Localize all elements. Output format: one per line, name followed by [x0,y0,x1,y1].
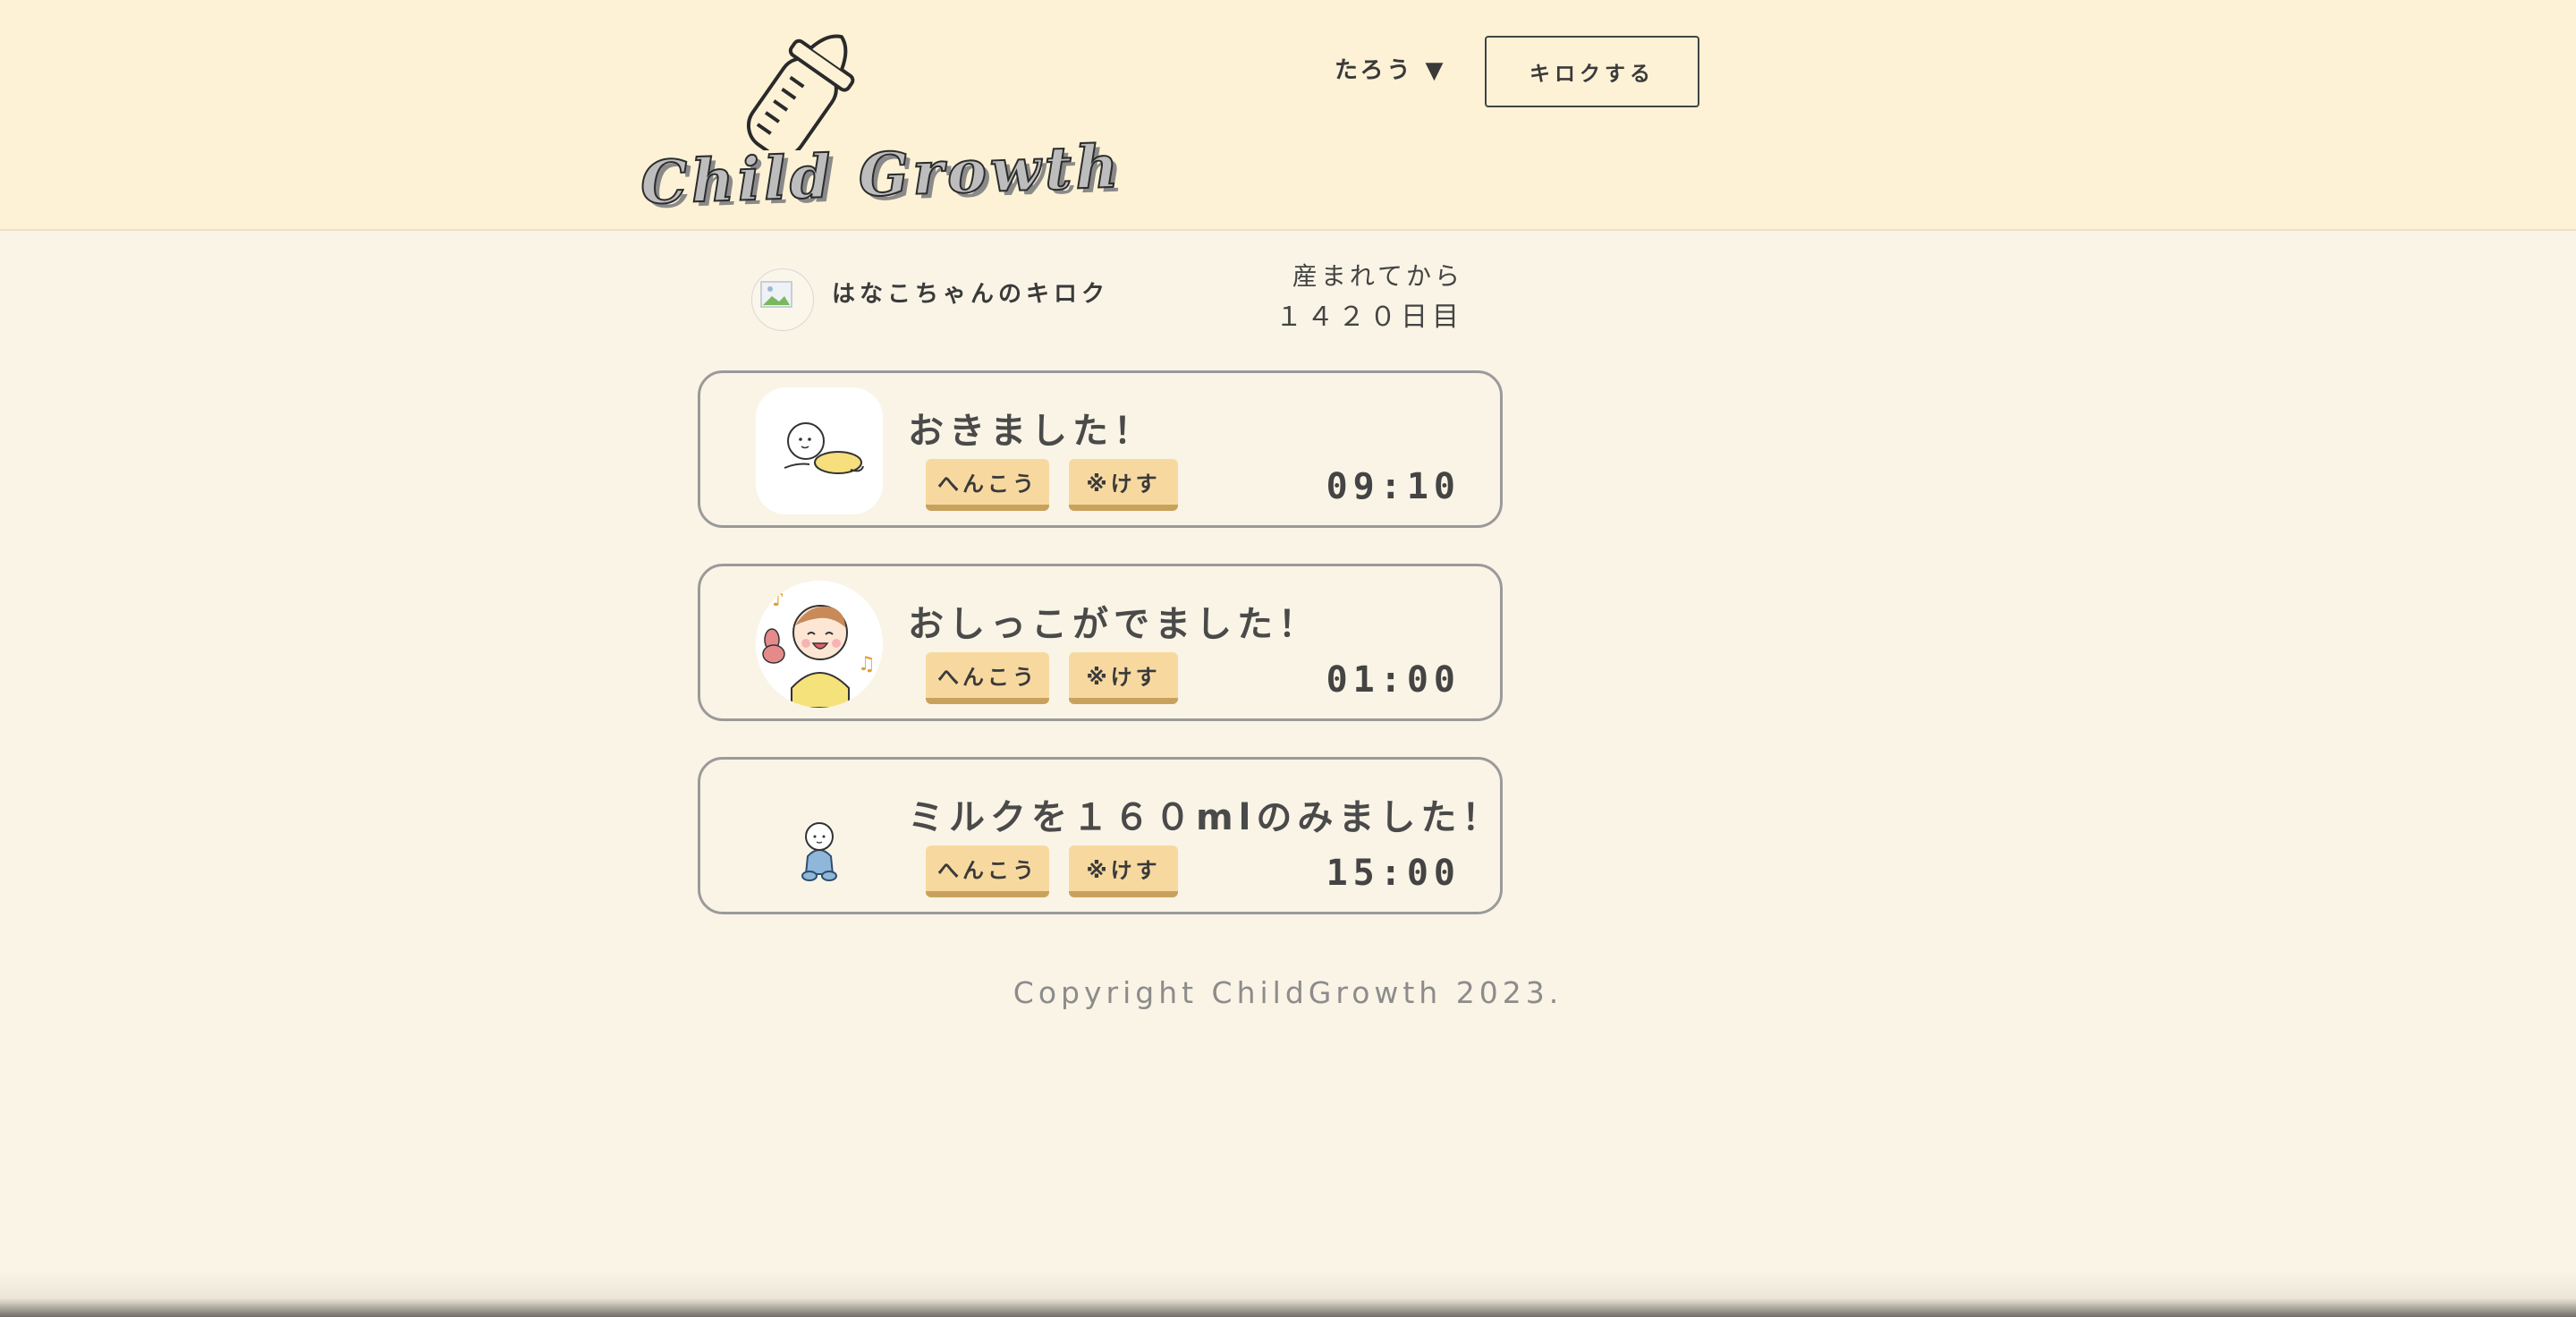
edit-button[interactable]: へんこう [926,652,1049,704]
record-card: ♪ ♫ おしっこがでました！ へんこう ※けす 01:00 [698,564,1503,721]
record-card: ミルクを１６０mlのみました！ へんこう ※けす 15:00 [698,757,1503,914]
svg-text:♫: ♫ [858,653,876,675]
window-bottom-shadow [0,1270,2576,1317]
record-button[interactable]: キロクする [1485,36,1699,107]
baby-happy-icon: ♪ ♫ [756,581,883,708]
record-time: 09:10 [1326,466,1461,507]
baby-crawling-icon [756,387,883,514]
record-time: 15:00 [1326,853,1461,894]
record-title: ミルクを１６０mlのみました！ [908,797,1504,838]
child-avatar [751,268,814,331]
svg-text:♪: ♪ [772,589,784,611]
baby-bottle-icon [746,34,855,150]
user-menu-dropdown[interactable]: たろう ▼ [1335,52,1447,88]
record-title: おしっこがでました！ [908,604,1319,645]
edit-button[interactable]: へんこう [926,459,1049,511]
child-profile: はなこちゃんのキロク 産まれてから １４２０日目 [748,256,1463,336]
app-header: Child Growth たろう ▼ キロクする [0,0,2576,231]
edit-button[interactable]: へんこう [926,845,1049,897]
days-since-birth: 産まれてから １４２０日目 [1231,256,1463,338]
days-label: 産まれてから [1292,261,1463,291]
record-card: おきました！ へんこう ※けす 09:10 [698,370,1503,528]
delete-button[interactable]: ※けす [1069,652,1178,704]
days-value: １４２０日目 [1275,302,1463,333]
record-time: 01:00 [1326,659,1461,701]
baby-sitting-icon [756,774,883,901]
app-logo[interactable]: Child Growth [626,25,1123,218]
record-title: おきました！ [908,411,1155,452]
footer-copyright: Copyright ChildGrowth 2023. [1013,975,1563,1010]
child-record-title: はなこちゃんのキロク [832,281,1110,308]
broken-image-icon [760,281,792,308]
delete-button[interactable]: ※けす [1069,459,1178,511]
delete-button[interactable]: ※けす [1069,845,1178,897]
